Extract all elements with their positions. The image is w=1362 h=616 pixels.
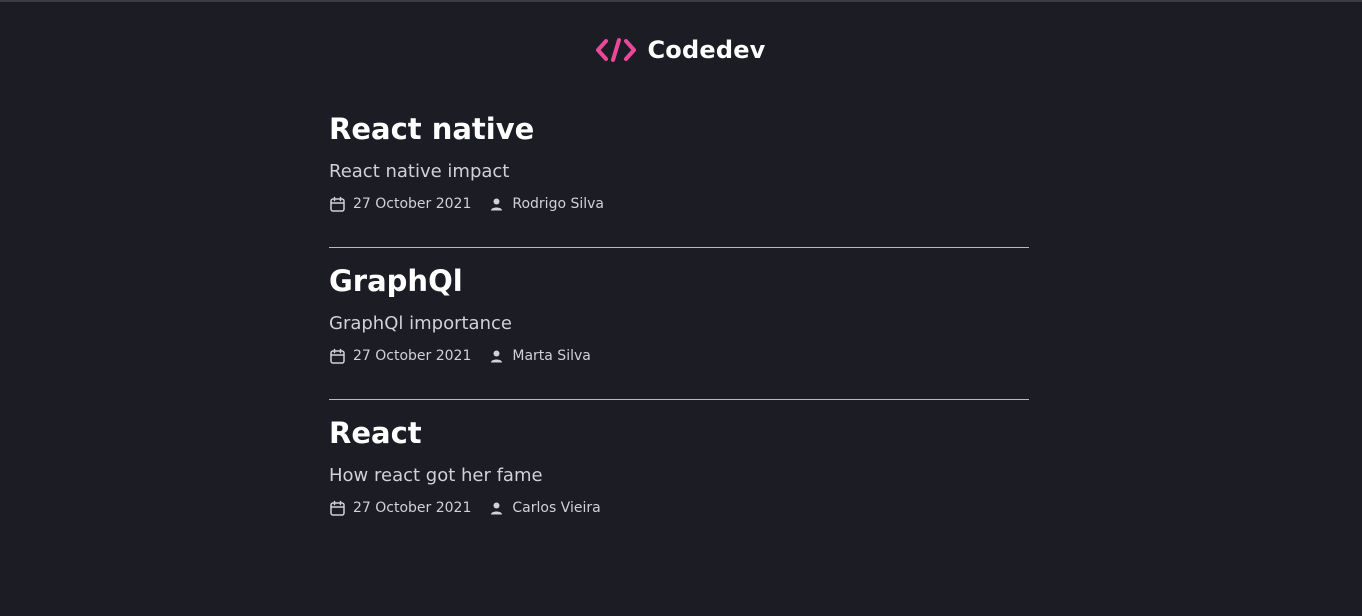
post-item[interactable]: GraphQl GraphQl importance 27 October 20… — [329, 260, 1029, 366]
post-subtitle: GraphQl importance — [329, 313, 512, 334]
post-subtitle: React native impact — [329, 161, 510, 182]
logo-link[interactable]: Codedev — [596, 36, 765, 64]
post-author-name: Marta Silva — [512, 348, 591, 364]
user-icon — [488, 500, 505, 517]
site-header: Codedev — [0, 36, 1362, 64]
post-author: Marta Silva — [488, 348, 591, 365]
post-author-name: Rodrigo Silva — [512, 196, 605, 212]
post-meta: 27 October 2021 Carlos Vieira — [329, 498, 1029, 518]
code-icon — [596, 37, 637, 63]
post-item[interactable]: React native React native impact 27 Octo… — [329, 108, 1029, 214]
post-meta: 27 October 2021 Rodrigo Silva — [329, 194, 1029, 214]
post-date: 27 October 2021 — [329, 500, 471, 517]
post-author: Rodrigo Silva — [488, 196, 604, 213]
post-author-name: Carlos Vieira — [512, 500, 601, 516]
user-icon — [488, 196, 505, 213]
post-title[interactable]: React — [329, 412, 1029, 454]
post-meta: 27 October 2021 Marta Silva — [329, 346, 1029, 366]
post-author: Carlos Vieira — [488, 500, 601, 517]
post-date-text: 27 October 2021 — [353, 196, 472, 212]
calendar-icon — [329, 500, 346, 517]
post-list: React native React native impact 27 Octo… — [329, 108, 1029, 518]
post-date-text: 27 October 2021 — [353, 348, 472, 364]
brand-name: Codedev — [647, 36, 766, 64]
post-item[interactable]: React How react got her fame 27 October … — [329, 412, 1029, 518]
post-date: 27 October 2021 — [329, 348, 471, 365]
post-divider — [329, 247, 1029, 248]
calendar-icon — [329, 196, 346, 213]
post-subtitle: How react got her fame — [329, 465, 543, 486]
calendar-icon — [329, 348, 346, 365]
user-icon — [488, 348, 505, 365]
post-date: 27 October 2021 — [329, 196, 471, 213]
post-title[interactable]: GraphQl — [329, 260, 1029, 302]
post-title[interactable]: React native — [329, 108, 1029, 150]
post-divider — [329, 399, 1029, 400]
post-date-text: 27 October 2021 — [353, 500, 472, 516]
